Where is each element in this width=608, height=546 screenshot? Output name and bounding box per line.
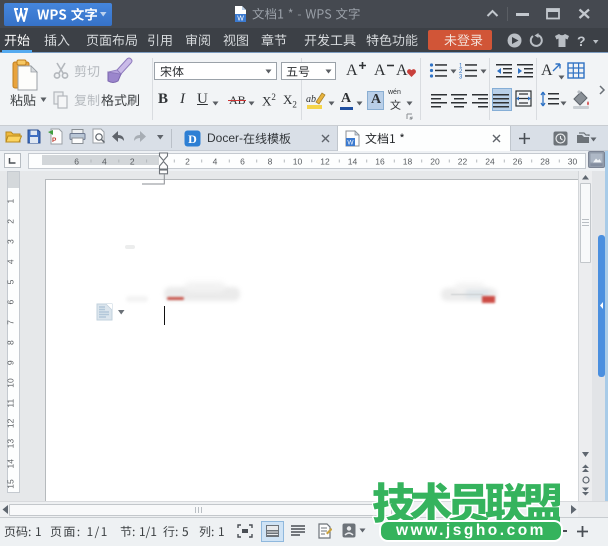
svg-text:W: W [237,16,244,23]
svg-text:ab: ab [306,94,316,105]
svg-text:3: 3 [459,75,463,80]
svg-text:W: W [347,140,354,147]
svg-text:P: P [52,137,57,144]
svg-text:D: D [188,132,197,146]
